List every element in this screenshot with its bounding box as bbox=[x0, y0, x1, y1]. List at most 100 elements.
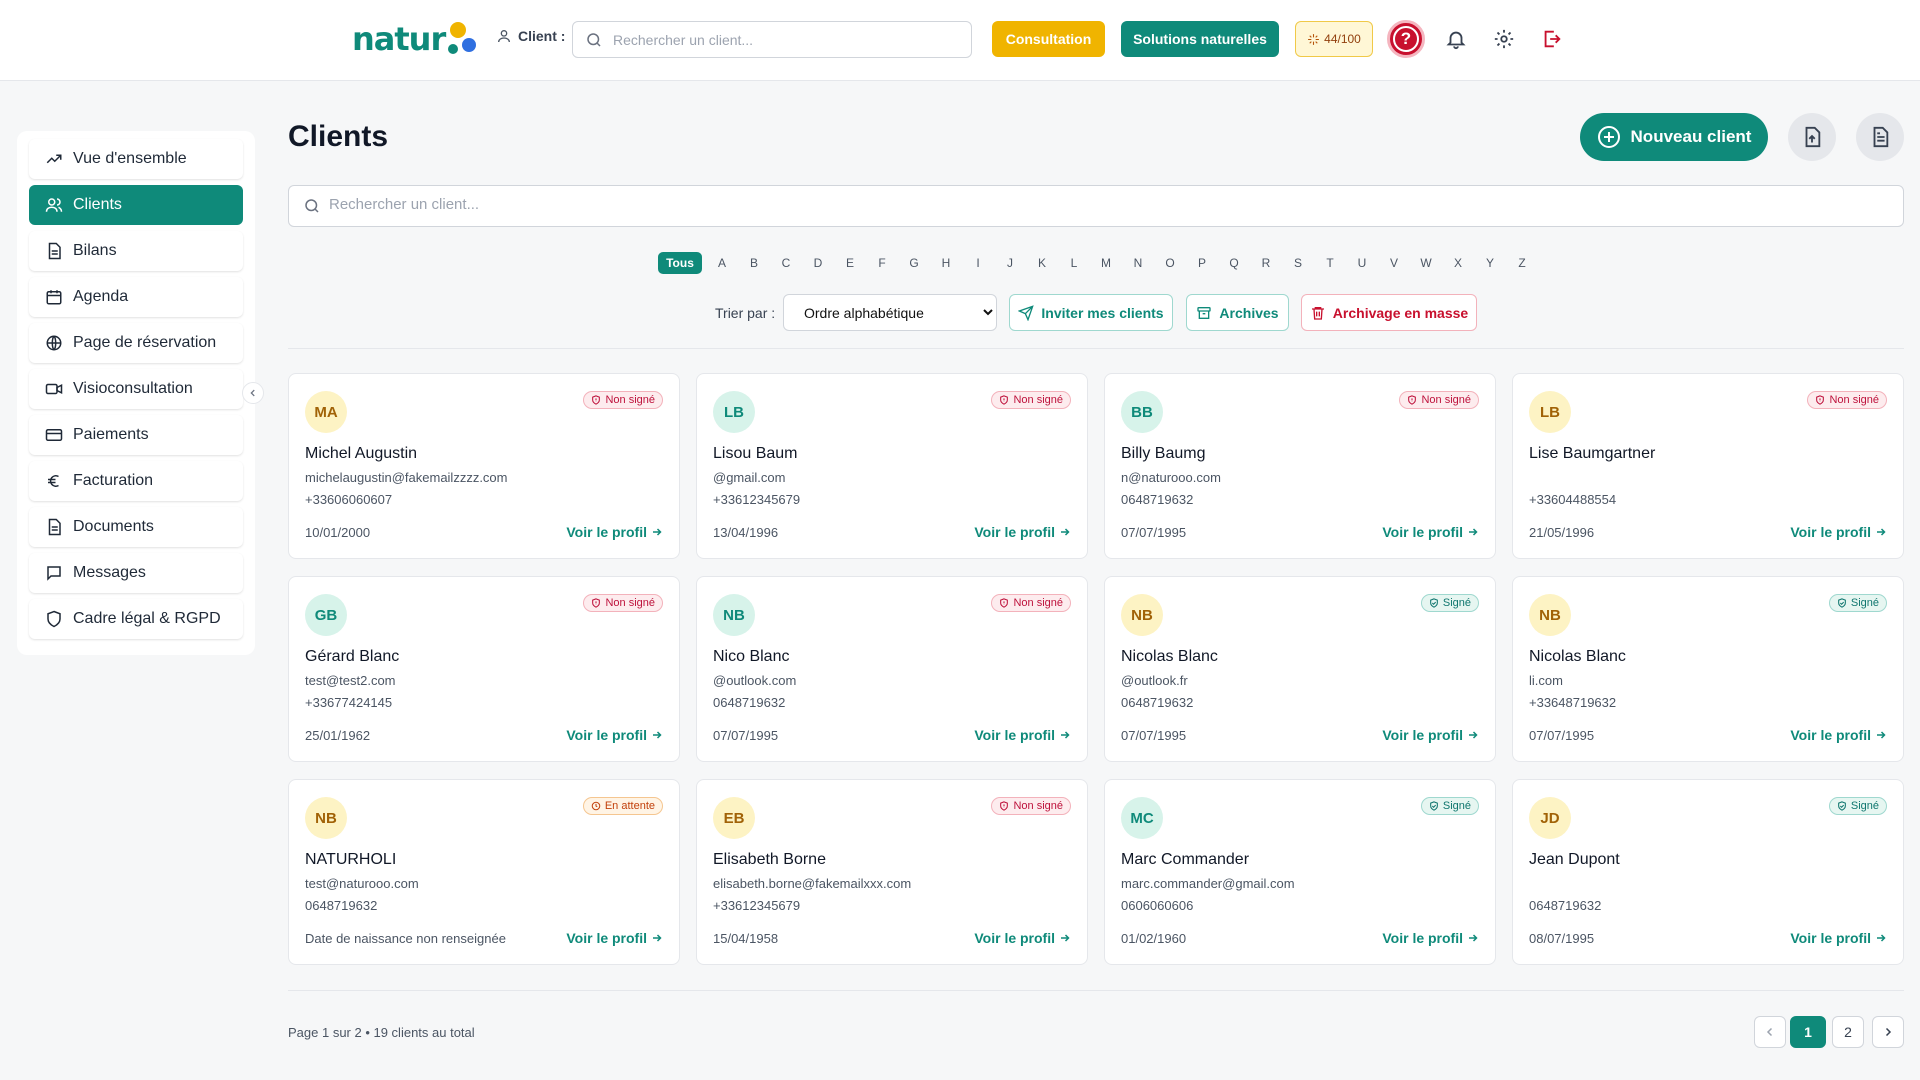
shield-alert-icon bbox=[1000, 801, 1009, 811]
letter-filter-t[interactable]: T bbox=[1314, 252, 1346, 274]
letter-filter-n[interactable]: N bbox=[1122, 252, 1154, 274]
client-card[interactable]: NB Non signé Nico Blanc @outlook.com 0648719… bbox=[696, 576, 1088, 762]
letter-filter-b[interactable]: B bbox=[738, 252, 770, 274]
view-profile-link[interactable]: Voir le profil bbox=[566, 524, 663, 540]
invite-clients-button[interactable]: Inviter mes clients bbox=[1009, 294, 1173, 331]
letter-filter-h[interactable]: H bbox=[930, 252, 962, 274]
view-profile-link[interactable]: Voir le profil bbox=[974, 930, 1071, 946]
sidebar-item-paiements[interactable]: Paiements bbox=[29, 415, 243, 455]
sidebar-item-documents[interactable]: Documents bbox=[29, 507, 243, 547]
sidebar-item-vue-ensemble[interactable]: Vue d'ensemble bbox=[29, 139, 243, 179]
client-birthdate: Date de naissance non renseignée bbox=[305, 931, 506, 946]
next-page-button[interactable] bbox=[1872, 1016, 1904, 1048]
letter-filter-v[interactable]: V bbox=[1378, 252, 1410, 274]
letter-filter-x[interactable]: X bbox=[1442, 252, 1474, 274]
client-search[interactable] bbox=[288, 185, 1904, 227]
letter-filter-j[interactable]: J bbox=[994, 252, 1026, 274]
client-card[interactable]: LB Non signé Lisou Baum @gmail.com +33612345… bbox=[696, 373, 1088, 559]
letter-filter-e[interactable]: E bbox=[834, 252, 866, 274]
gear-icon[interactable] bbox=[1493, 28, 1515, 50]
status-label: Non signé bbox=[1829, 394, 1879, 406]
import-file-button[interactable] bbox=[1788, 113, 1836, 161]
letter-filter-s[interactable]: S bbox=[1282, 252, 1314, 274]
client-card[interactable]: GB Non signé Gérard Blanc test@test2.com +33… bbox=[288, 576, 680, 762]
client-card[interactable]: NB En attente NATURHOLI test@naturooo.com 06… bbox=[288, 779, 680, 965]
sidebar-item-bilans[interactable]: Bilans bbox=[29, 231, 243, 271]
client-card[interactable]: JD Signé Jean Dupont 0648719632 08/07/1995 Vo… bbox=[1512, 779, 1904, 965]
sort-label: Trier par : bbox=[715, 305, 776, 321]
sidebar-item-agenda[interactable]: Agenda bbox=[29, 277, 243, 317]
chevron-right-icon bbox=[1885, 1027, 1892, 1037]
sidebar-item-clients[interactable]: Clients bbox=[29, 185, 243, 225]
client-card[interactable]: NB Signé Nicolas Blanc @outlook.fr 064871963… bbox=[1104, 576, 1496, 762]
letter-filter-m[interactable]: M bbox=[1090, 252, 1122, 274]
sidebar-item-rgpd[interactable]: Cadre légal & RGPD bbox=[29, 599, 243, 639]
brand-logo-text: natur bbox=[352, 20, 446, 58]
solutions-naturelles-button[interactable]: Solutions naturelles bbox=[1121, 21, 1279, 57]
client-card[interactable]: BB Non signé Billy Baumg n@naturooo.com 0648… bbox=[1104, 373, 1496, 559]
client-search-input[interactable] bbox=[329, 196, 1829, 213]
letter-filter-w[interactable]: W bbox=[1410, 252, 1442, 274]
view-profile-link[interactable]: Voir le profil bbox=[1790, 727, 1887, 743]
client-card[interactable]: MA Non signé Michel Augustin michelaugustin… bbox=[288, 373, 680, 559]
letter-filter-u[interactable]: U bbox=[1346, 252, 1378, 274]
letter-filter-l[interactable]: L bbox=[1058, 252, 1090, 274]
page-2-button[interactable]: 2 bbox=[1832, 1016, 1864, 1048]
client-email: test@test2.com bbox=[305, 673, 396, 688]
letter-filter-p[interactable]: P bbox=[1186, 252, 1218, 274]
view-profile-link[interactable]: Voir le profil bbox=[566, 727, 663, 743]
score-badge[interactable]: 44/100 bbox=[1295, 21, 1373, 57]
new-client-button[interactable]: Nouveau client bbox=[1580, 113, 1768, 161]
letter-filter-all[interactable]: Tous bbox=[658, 252, 702, 274]
letter-filter-g[interactable]: G bbox=[898, 252, 930, 274]
sidebar-collapse-button[interactable] bbox=[242, 382, 264, 404]
letter-filter-r[interactable]: R bbox=[1250, 252, 1282, 274]
sidebar-item-facturation[interactable]: Facturation bbox=[29, 461, 243, 501]
mass-archive-button[interactable]: Archivage en masse bbox=[1301, 294, 1477, 331]
status-label: Signé bbox=[1850, 800, 1879, 812]
letter-filter-y[interactable]: Y bbox=[1474, 252, 1506, 274]
view-profile-link[interactable]: Voir le profil bbox=[1790, 524, 1887, 540]
letter-filter-q[interactable]: Q bbox=[1218, 252, 1250, 274]
prev-page-button[interactable] bbox=[1754, 1016, 1786, 1048]
header-client-search[interactable] bbox=[572, 21, 972, 58]
letter-filter-a[interactable]: A bbox=[706, 252, 738, 274]
letter-filter-c[interactable]: C bbox=[770, 252, 802, 274]
status-badge: Non signé bbox=[991, 391, 1071, 409]
bell-icon[interactable] bbox=[1445, 28, 1467, 50]
sidebar-item-visio[interactable]: Visioconsultation bbox=[29, 369, 243, 409]
client-card[interactable]: NB Signé Nicolas Blanc li.com +33648719632 07… bbox=[1512, 576, 1904, 762]
letter-filter-o[interactable]: O bbox=[1154, 252, 1186, 274]
letter-filter-z[interactable]: Z bbox=[1506, 252, 1538, 274]
help-button[interactable]: ? bbox=[1387, 20, 1425, 58]
sidebar-item-reservation[interactable]: Page de réservation bbox=[29, 323, 243, 363]
view-profile-link[interactable]: Voir le profil bbox=[974, 524, 1071, 540]
view-profile-link[interactable]: Voir le profil bbox=[1382, 930, 1479, 946]
brand-logo[interactable]: natur bbox=[352, 18, 482, 64]
logout-icon[interactable] bbox=[1541, 28, 1563, 50]
consultation-button[interactable]: Consultation bbox=[992, 21, 1105, 57]
sidebar-item-messages[interactable]: Messages bbox=[29, 553, 243, 593]
letter-filter-f[interactable]: F bbox=[866, 252, 898, 274]
letter-filter-i[interactable]: I bbox=[962, 252, 994, 274]
client-card[interactable]: LB Non signé Lise Baumgartner +33604488554 2… bbox=[1512, 373, 1904, 559]
archives-button[interactable]: Archives bbox=[1186, 294, 1289, 331]
view-profile-link[interactable]: Voir le profil bbox=[1382, 727, 1479, 743]
header-search-input[interactable] bbox=[613, 31, 971, 48]
sort-select[interactable]: Ordre alphabétique bbox=[783, 294, 997, 331]
view-profile-link[interactable]: Voir le profil bbox=[1790, 930, 1887, 946]
page-1-button[interactable]: 1 bbox=[1790, 1016, 1826, 1048]
client-email: @outlook.fr bbox=[1121, 673, 1188, 688]
letter-filter-k[interactable]: K bbox=[1026, 252, 1058, 274]
client-birthdate: 15/04/1958 bbox=[713, 931, 779, 946]
status-badge: Non signé bbox=[1807, 391, 1887, 409]
export-document-button[interactable] bbox=[1856, 113, 1904, 161]
view-profile-link[interactable]: Voir le profil bbox=[566, 930, 663, 946]
status-label: Signé bbox=[1850, 597, 1879, 609]
client-card[interactable]: EB Non signé Elisabeth Borne elisabeth.born… bbox=[696, 779, 1088, 965]
client-card[interactable]: MC Signé Marc Commander marc.commander@gmai… bbox=[1104, 779, 1496, 965]
view-profile-link[interactable]: Voir le profil bbox=[1382, 524, 1479, 540]
letter-filter-d[interactable]: D bbox=[802, 252, 834, 274]
client-birthdate: 07/07/1995 bbox=[713, 728, 779, 743]
view-profile-link[interactable]: Voir le profil bbox=[974, 727, 1071, 743]
